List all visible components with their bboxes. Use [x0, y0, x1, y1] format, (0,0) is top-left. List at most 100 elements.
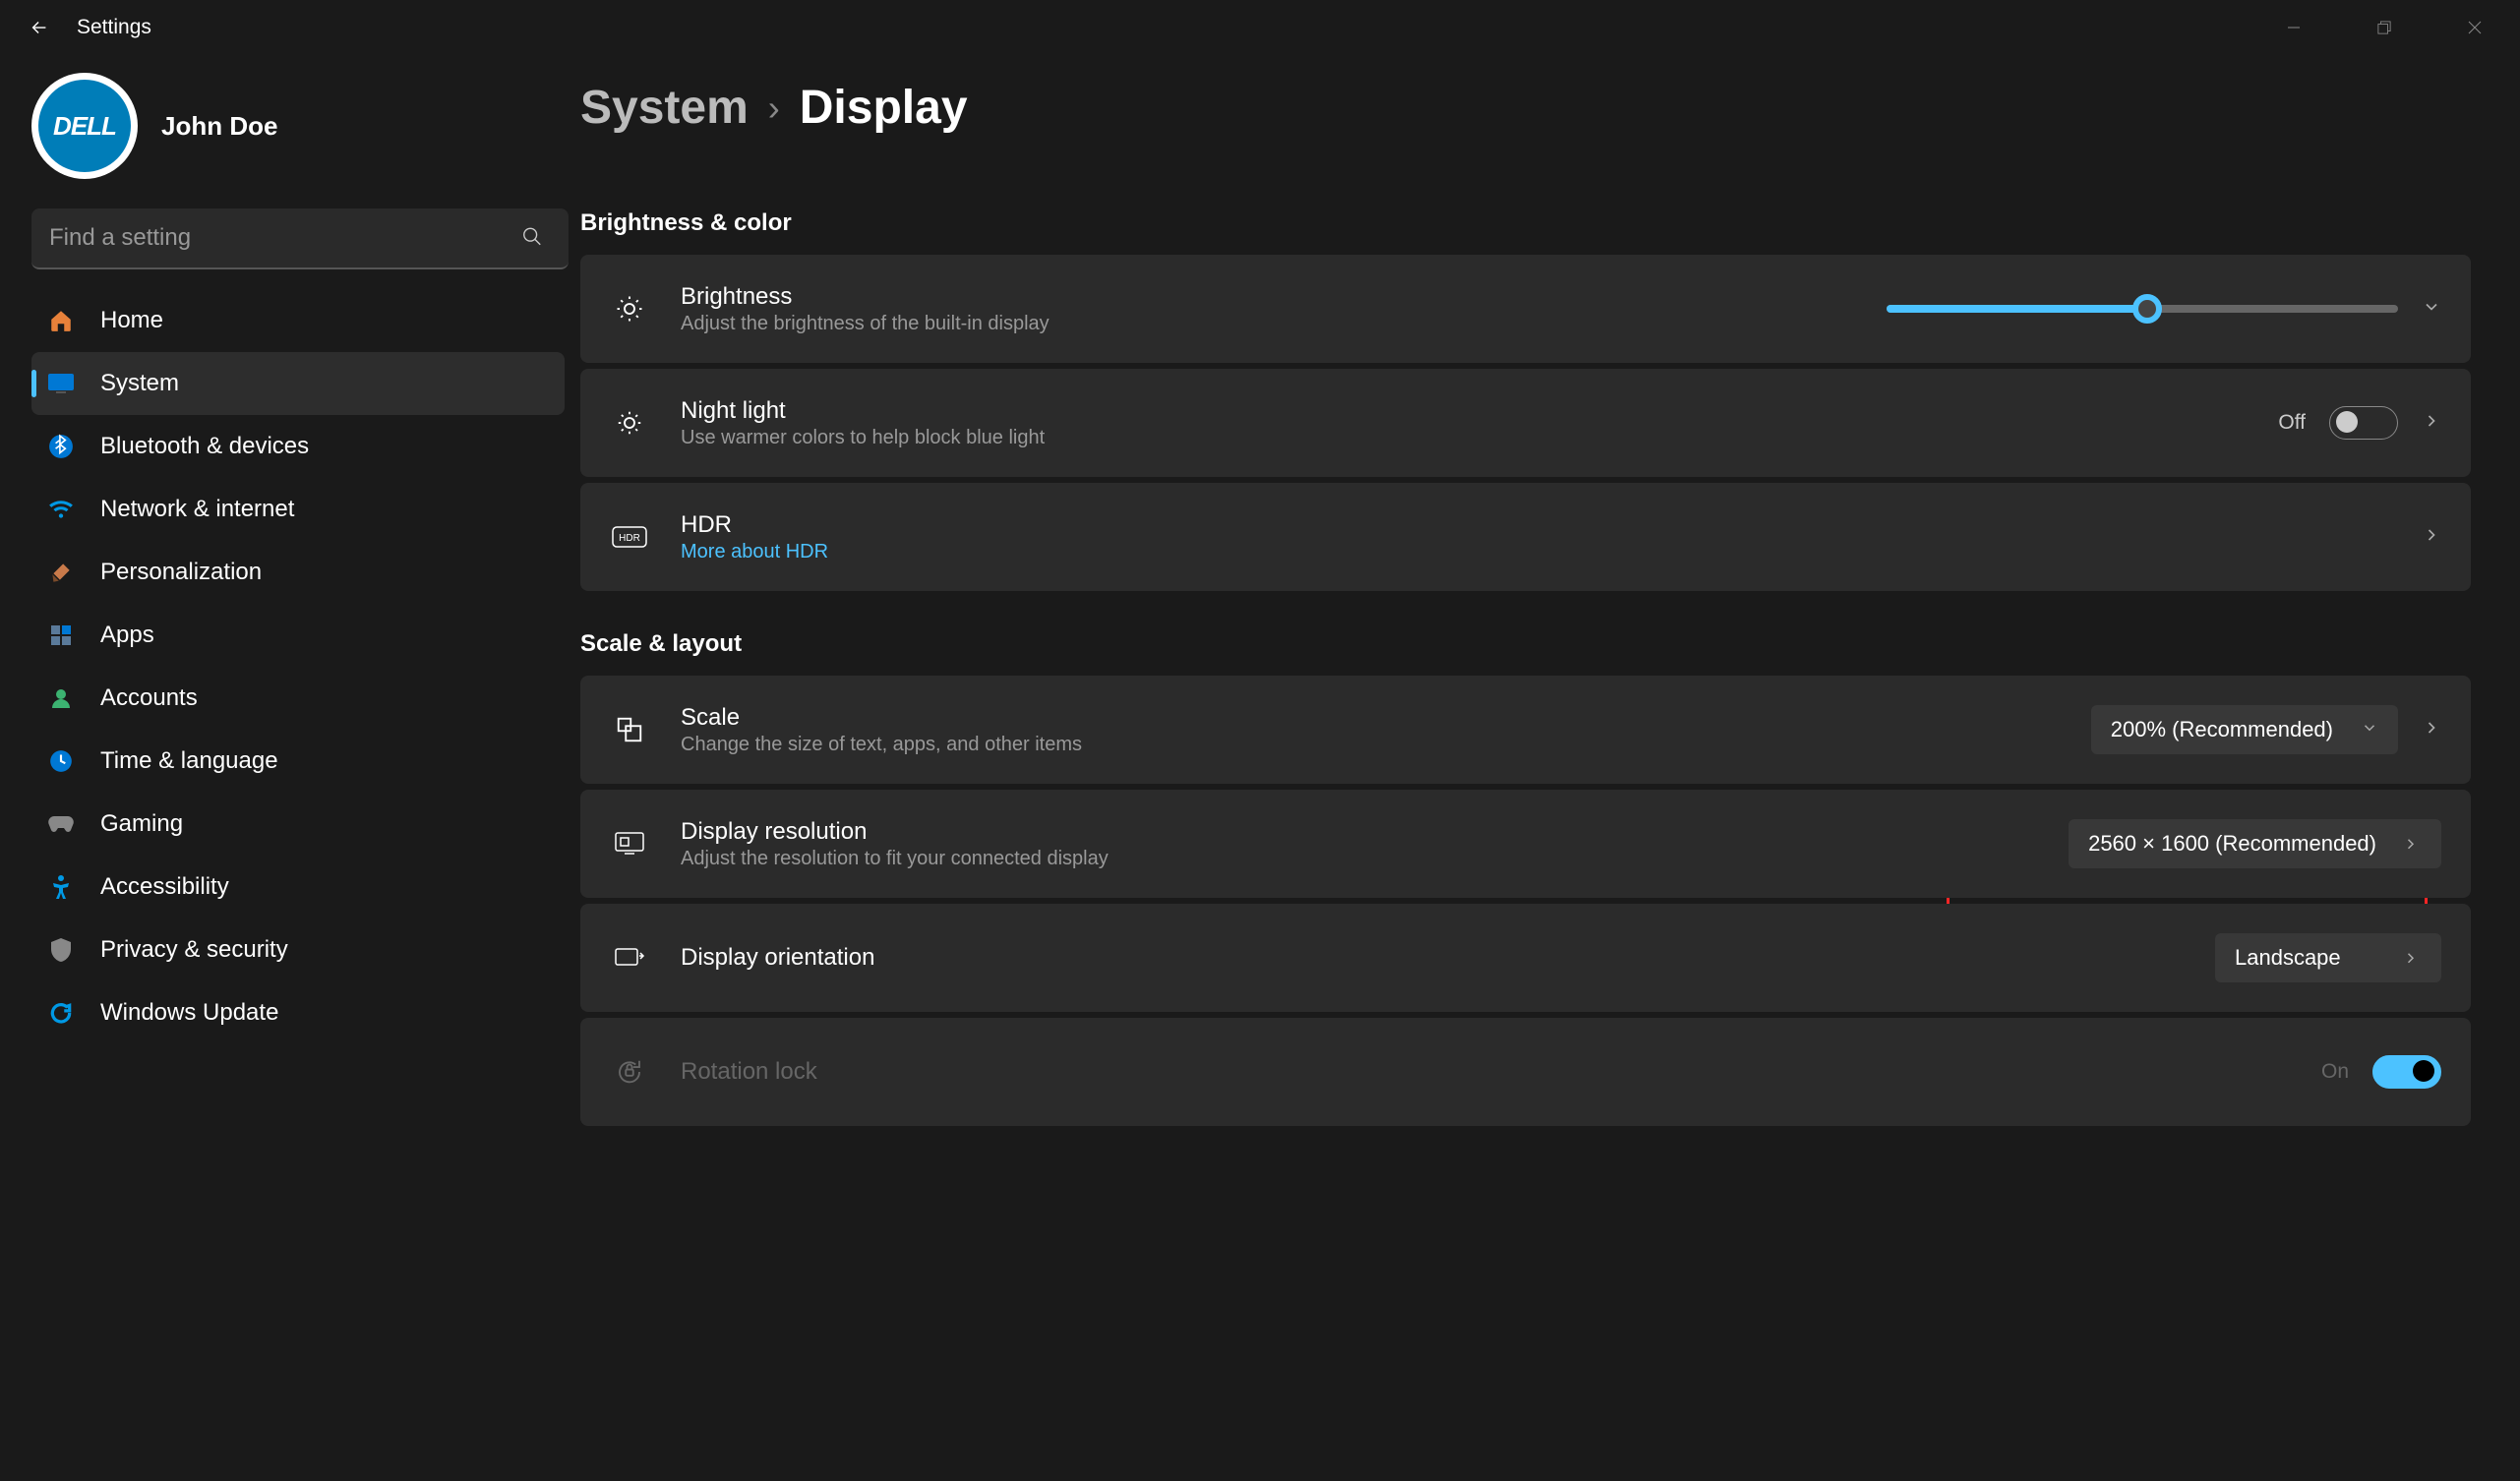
- orientation-card[interactable]: Display orientation Landscape: [580, 904, 2471, 1012]
- chevron-down-icon: [2404, 831, 2422, 857]
- back-button[interactable]: [20, 8, 59, 47]
- orientation-value: Landscape: [2235, 945, 2341, 971]
- window-controls: [2249, 0, 2520, 55]
- sidebar-item-accounts[interactable]: Accounts: [31, 667, 565, 730]
- hdr-link[interactable]: More about HDR: [681, 541, 2422, 563]
- paintbrush-icon: [47, 559, 75, 586]
- sidebar-item-accessibility[interactable]: Accessibility: [31, 856, 565, 918]
- rotation-lock-icon: [610, 1057, 649, 1087]
- search-input[interactable]: [31, 208, 569, 269]
- scale-more-button[interactable]: [2422, 718, 2441, 742]
- hdr-icon: HDR: [610, 526, 649, 548]
- sun-icon: [610, 294, 649, 324]
- username: John Doe: [161, 111, 277, 142]
- maximize-button[interactable]: [2339, 0, 2430, 55]
- sidebar-item-label: Time & language: [100, 747, 278, 775]
- scale-icon: [610, 715, 649, 744]
- arrow-left-icon: [29, 17, 50, 38]
- resolution-dropdown[interactable]: 2560 × 1600 (Recommended): [2069, 819, 2441, 868]
- sidebar-item-label: Bluetooth & devices: [100, 433, 309, 460]
- sidebar-item-personalization[interactable]: Personalization: [31, 541, 565, 604]
- sidebar-item-label: Accessibility: [100, 873, 229, 901]
- shield-icon: [47, 936, 75, 964]
- sidebar-item-label: Privacy & security: [100, 936, 288, 964]
- sidebar-item-gaming[interactable]: Gaming: [31, 793, 565, 856]
- nightlight-icon: [610, 408, 649, 438]
- chevron-down-icon: [2404, 945, 2422, 971]
- sidebar-item-label: Home: [100, 307, 163, 334]
- nightlight-more-button[interactable]: [2422, 411, 2441, 436]
- nightlight-card[interactable]: Night light Use warmer colors to help bl…: [580, 369, 2471, 477]
- sidebar-item-network[interactable]: Network & internet: [31, 478, 565, 541]
- sidebar-item-apps[interactable]: Apps: [31, 604, 565, 667]
- resolution-icon: [610, 831, 649, 857]
- brightness-card: Brightness Adjust the brightness of the …: [580, 255, 2471, 363]
- rotation-lock-card: Rotation lock On: [580, 1018, 2471, 1126]
- hdr-card[interactable]: HDR HDR More about HDR: [580, 483, 2471, 591]
- resolution-title: Display resolution: [681, 818, 2069, 846]
- gamepad-icon: [47, 810, 75, 838]
- content: System › Display Brightness & color Brig…: [580, 55, 2520, 1481]
- scale-sub: Change the size of text, apps, and other…: [681, 734, 2091, 756]
- nightlight-toggle[interactable]: [2329, 406, 2398, 440]
- accessibility-icon: [47, 873, 75, 901]
- sidebar-item-time-language[interactable]: Time & language: [31, 730, 565, 793]
- system-icon: [47, 370, 75, 397]
- section-brightness-color: Brightness & color: [580, 209, 2471, 237]
- rotation-toggle: [2372, 1055, 2441, 1089]
- avatar-logo: DELL: [38, 80, 131, 172]
- nightlight-state: Off: [2278, 411, 2306, 435]
- sidebar-item-label: Windows Update: [100, 999, 278, 1027]
- sidebar-item-privacy[interactable]: Privacy & security: [31, 918, 565, 981]
- rotation-title: Rotation lock: [681, 1058, 2321, 1086]
- chevron-right-icon: ›: [768, 88, 780, 129]
- search-wrap: [31, 208, 565, 269]
- sync-icon: [47, 999, 75, 1027]
- sidebar-item-home[interactable]: Home: [31, 289, 565, 352]
- scale-card[interactable]: Scale Change the size of text, apps, and…: [580, 676, 2471, 784]
- breadcrumb-current: Display: [800, 81, 968, 135]
- apps-icon: [47, 622, 75, 649]
- sidebar-item-system[interactable]: System: [31, 352, 565, 415]
- titlebar: Settings: [0, 0, 2520, 55]
- scale-dropdown[interactable]: 200% (Recommended): [2091, 705, 2398, 754]
- hdr-more-button[interactable]: [2422, 525, 2441, 550]
- sidebar-item-label: Personalization: [100, 559, 262, 586]
- sidebar-item-label: Network & internet: [100, 496, 294, 523]
- resolution-card[interactable]: Display resolution Adjust the resolution…: [580, 790, 2471, 898]
- brightness-slider[interactable]: [1887, 305, 2398, 313]
- app-title: Settings: [77, 16, 151, 39]
- breadcrumb: System › Display: [580, 55, 2471, 194]
- wifi-icon: [47, 496, 75, 523]
- brightness-sub: Adjust the brightness of the built-in di…: [681, 313, 1887, 335]
- home-icon: [47, 307, 75, 334]
- scale-title: Scale: [681, 704, 2091, 732]
- profile[interactable]: DELL John Doe: [31, 65, 565, 208]
- chevron-down-icon: [2361, 717, 2378, 742]
- avatar: DELL: [31, 73, 138, 179]
- svg-text:HDR: HDR: [619, 533, 640, 544]
- hdr-title: HDR: [681, 511, 2422, 539]
- nightlight-title: Night light: [681, 397, 2278, 425]
- minimize-button[interactable]: [2249, 0, 2339, 55]
- sidebar-item-label: Gaming: [100, 810, 183, 838]
- orientation-dropdown[interactable]: Landscape: [2215, 933, 2441, 982]
- close-button[interactable]: [2430, 0, 2520, 55]
- scale-value: 200% (Recommended): [2111, 717, 2333, 742]
- nightlight-sub: Use warmer colors to help block blue lig…: [681, 427, 2278, 449]
- sidebar-item-label: System: [100, 370, 179, 397]
- sidebar-item-label: Apps: [100, 622, 154, 649]
- sidebar-item-windows-update[interactable]: Windows Update: [31, 981, 565, 1044]
- resolution-sub: Adjust the resolution to fit your connec…: [681, 848, 2069, 870]
- sidebar-item-label: Accounts: [100, 684, 198, 712]
- section-scale-layout: Scale & layout: [580, 630, 2471, 658]
- breadcrumb-parent[interactable]: System: [580, 81, 749, 135]
- brightness-title: Brightness: [681, 283, 1887, 311]
- rotation-state: On: [2321, 1060, 2349, 1084]
- orientation-title: Display orientation: [681, 944, 2215, 972]
- sidebar: DELL John Doe Home System Bluetooth & de…: [0, 55, 580, 1481]
- expand-brightness-button[interactable]: [2422, 297, 2441, 322]
- clock-icon: [47, 747, 75, 775]
- sidebar-item-bluetooth[interactable]: Bluetooth & devices: [31, 415, 565, 478]
- search-icon: [521, 226, 543, 253]
